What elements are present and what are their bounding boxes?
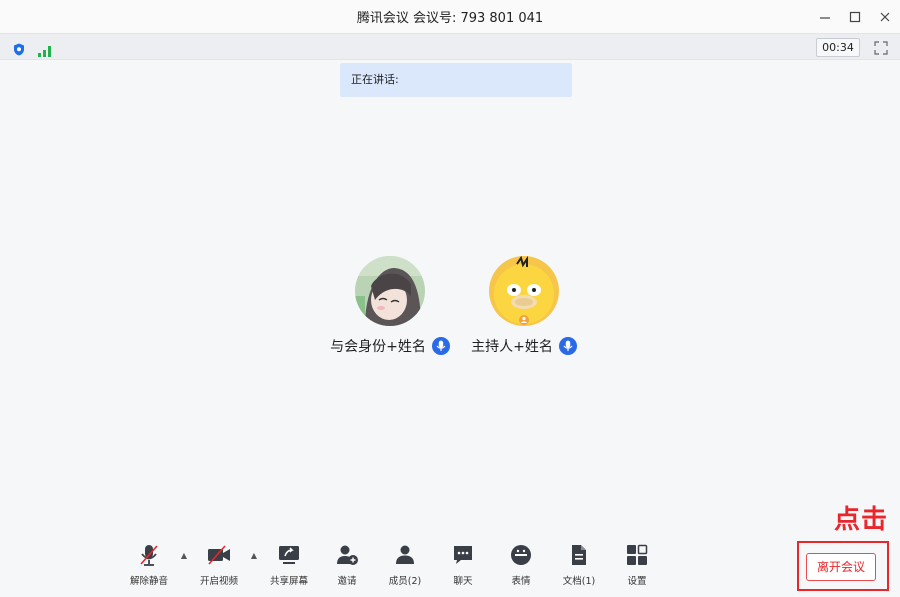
minimize-icon[interactable] <box>818 10 832 24</box>
toolbar-label: 文档(1) <box>562 576 596 587</box>
settings-button[interactable]: 设置 <box>608 543 666 587</box>
chat-icon <box>451 543 475 567</box>
maximize-icon[interactable] <box>848 10 862 24</box>
yellow-duck-avatar <box>489 256 559 326</box>
share-screen-icon <box>277 543 301 567</box>
mic-on-icon <box>431 337 450 355</box>
video-off-icon <box>207 543 231 567</box>
mic-muted-icon <box>137 543 161 567</box>
share-screen-button[interactable]: 共享屏幕 <box>260 543 318 587</box>
participant-name: 主持人+姓名 <box>471 339 553 355</box>
start-video-button[interactable]: 开启视频 <box>190 543 248 587</box>
members-button[interactable]: 成员(2) <box>376 543 434 587</box>
chat-button[interactable]: 聊天 <box>434 543 492 587</box>
shield-icon[interactable] <box>13 41 25 56</box>
emoji-icon <box>509 543 533 567</box>
meeting-timer: 00:34 <box>816 38 860 57</box>
toolbar-label: 解除静音 <box>129 576 168 587</box>
members-icon <box>393 543 417 567</box>
anime-girl-avatar <box>355 256 425 326</box>
settings-icon <box>625 543 649 567</box>
document-icon <box>567 543 591 567</box>
invite-button[interactable]: 邀请 <box>318 543 376 587</box>
speaking-banner: 正在讲话: <box>340 63 572 97</box>
chevron-up-icon[interactable]: ▲ <box>248 543 260 567</box>
title-bar: 腾讯会议 会议号: 793 801 041 <box>0 0 900 33</box>
toolbar-label: 成员(2) <box>388 576 422 587</box>
leave-meeting-button[interactable]: 离开会议 <box>806 553 876 581</box>
toolbar-label: 开启视频 <box>199 576 238 587</box>
toolbar-label: 表情 <box>511 576 531 587</box>
invite-icon <box>335 543 359 567</box>
click-annotation: 点击 <box>834 505 889 535</box>
toolbar-label: 聊天 <box>453 576 473 587</box>
chevron-up-icon[interactable]: ▲ <box>178 543 190 567</box>
participant-name-row: 与会身份+姓名 <box>330 336 450 356</box>
documents-button[interactable]: 文档(1) <box>550 543 608 587</box>
signal-icon[interactable] <box>38 42 52 57</box>
participant-name: 与会身份+姓名 <box>330 339 426 355</box>
toolbar-label: 设置 <box>627 576 647 587</box>
participant-tile[interactable]: 主持人+姓名 <box>466 256 582 356</box>
window-controls <box>818 0 892 33</box>
participant-name-row: 主持人+姓名 <box>471 336 577 356</box>
close-icon[interactable] <box>878 10 892 24</box>
status-bar: 00:34 <box>0 33 900 60</box>
unmute-button[interactable]: 解除静音 <box>120 543 178 587</box>
meeting-toolbar: 解除静音 ▲ 开启视频 ▲ 共享屏幕 邀请 成员(2) 聊天 表情 文档(1) … <box>120 543 666 593</box>
fullscreen-icon[interactable] <box>874 40 888 55</box>
emoji-button[interactable]: 表情 <box>492 543 550 587</box>
toolbar-label: 共享屏幕 <box>269 576 308 587</box>
participant-tile[interactable]: 与会身份+姓名 <box>330 256 450 356</box>
window-title: 腾讯会议 会议号: 793 801 041 <box>356 11 544 26</box>
mic-on-icon <box>558 337 577 355</box>
toolbar-label: 邀请 <box>337 576 357 587</box>
